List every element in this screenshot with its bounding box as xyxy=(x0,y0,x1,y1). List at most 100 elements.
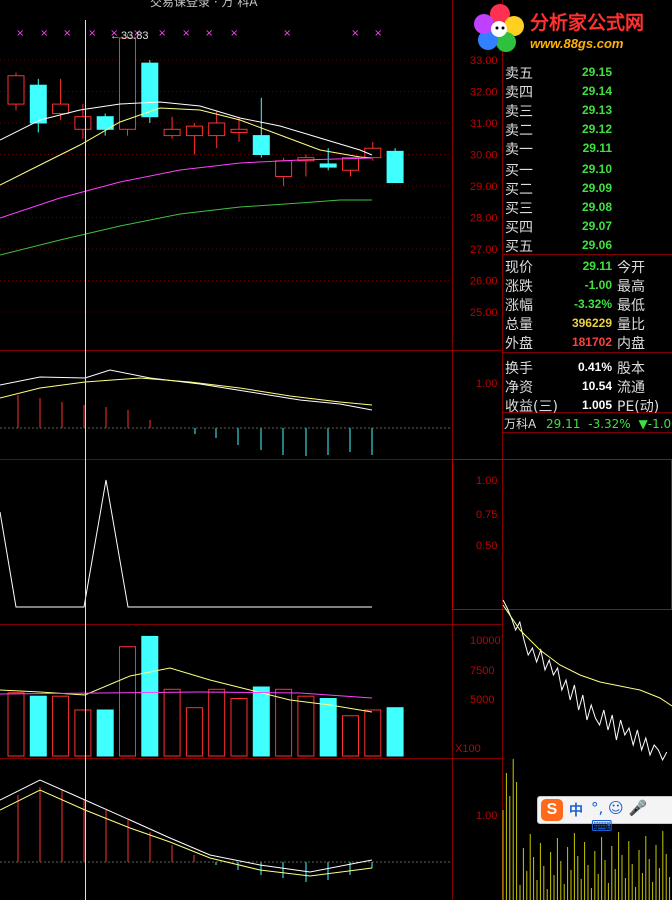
quote-label: 涨跌 xyxy=(505,279,533,295)
bid-price: 29.08 xyxy=(581,200,612,214)
volume-bar xyxy=(141,635,159,757)
ask-price: 29.15 xyxy=(581,65,612,79)
intraday-mini-chart xyxy=(502,599,672,900)
price-tick-label: 25.00 xyxy=(470,307,498,319)
ask-label: 卖三 xyxy=(505,104,533,120)
quote-label: 现价 xyxy=(505,260,533,276)
quote-label: 换手 xyxy=(505,361,533,377)
volume-unit-label: X100 xyxy=(455,743,481,755)
quote-right-label: 量比 xyxy=(617,317,645,333)
volume-bar xyxy=(52,695,70,757)
candle-body xyxy=(185,125,203,137)
candle-body xyxy=(119,37,136,130)
candle-body xyxy=(252,135,270,156)
candlesticks xyxy=(7,33,404,186)
panel5-line-white xyxy=(0,779,373,873)
moving-average-lines xyxy=(0,101,373,256)
candle-body xyxy=(29,84,47,124)
stock-change-pct: -3.32% xyxy=(588,417,631,431)
quote-label: 收益(三) xyxy=(505,399,558,415)
bid-label: 买三 xyxy=(505,201,533,217)
ask-price: 29.11 xyxy=(582,141,612,155)
quote-value: 181702 xyxy=(571,335,612,349)
ime-toolbar[interactable]: S 中 °, ☺ 🎤 ⌨ xyxy=(537,796,672,835)
signal-marker: × xyxy=(205,28,213,39)
ask-price: 29.14 xyxy=(581,84,612,98)
price-gridlines xyxy=(0,59,452,313)
ask-price: 29.13 xyxy=(581,103,612,117)
ask-label: 卖二 xyxy=(505,123,533,139)
candle-body xyxy=(230,128,248,133)
signal-marker: × xyxy=(374,28,382,39)
ma-yellow-line xyxy=(0,107,373,186)
panel5-line-yellow xyxy=(0,789,373,877)
signal-marker: × xyxy=(16,28,24,39)
volume-bar xyxy=(364,709,382,757)
signal-line xyxy=(0,479,372,608)
signal-marker: × xyxy=(283,28,291,39)
price-tick-label: 30.00 xyxy=(470,150,498,162)
bid-price: 29.09 xyxy=(581,181,612,195)
price-tick-label: 31.00 xyxy=(470,118,498,130)
signal-marker: × xyxy=(63,28,71,39)
quote-value: 1.005 xyxy=(581,398,612,412)
macd-dea-line xyxy=(0,377,373,406)
stock-price: 29.11 xyxy=(546,417,581,431)
volume-bar xyxy=(29,695,47,757)
bid-price: 29.06 xyxy=(581,238,612,252)
volume-bar xyxy=(163,688,181,757)
bid-price: 29.07 xyxy=(581,219,612,233)
volume-tick-label: 10000 xyxy=(470,635,501,647)
quote-value: 10.54 xyxy=(581,379,612,393)
quote-label: 涨幅 xyxy=(505,298,533,314)
ma-green-line xyxy=(0,199,372,256)
candle-body xyxy=(52,103,70,115)
indicator-panels xyxy=(0,369,452,882)
quote-right-label: 内盘 xyxy=(617,336,645,352)
candle-body xyxy=(319,163,337,168)
candle-body xyxy=(275,160,293,178)
candle-body xyxy=(208,122,226,137)
ime-tool-icons[interactable]: °, ☺ 🎤 ⌨ xyxy=(591,799,672,835)
price-tick-label: 27.00 xyxy=(470,244,498,256)
quote-right-label: 最高 xyxy=(617,279,645,295)
quote-right-label: PE(动) xyxy=(617,399,660,415)
macd-tick-label: 1.00 xyxy=(476,378,497,390)
stock-summary-bar[interactable]: 万科A 29.11 -3.32% ▼-1.00 xyxy=(504,415,672,432)
quote-right-label: 今开 xyxy=(617,260,645,276)
volume-tick-label: 7500 xyxy=(470,665,494,677)
price-tick-label: 29.00 xyxy=(470,181,498,193)
volume-bar xyxy=(74,709,92,757)
candle-body xyxy=(7,75,25,105)
bid-price: 29.10 xyxy=(581,162,612,176)
panel3-tick-label: 0.75 xyxy=(476,509,497,521)
price-tick-label: 28.00 xyxy=(470,213,498,225)
volume-bar xyxy=(185,707,203,757)
ma-magenta-line xyxy=(0,157,373,219)
panel3-tick-label: 0.50 xyxy=(476,540,497,552)
logo-url: www.88gs.com xyxy=(530,36,624,51)
volume-bar xyxy=(252,686,270,757)
price-tick-label: 32.00 xyxy=(470,87,498,99)
signal-marker: × xyxy=(158,28,166,39)
ask-price: 29.12 xyxy=(581,122,612,136)
quote-value: -1.00 xyxy=(584,278,612,292)
signal-marker: × xyxy=(88,28,96,39)
quote-label: 净资 xyxy=(505,380,533,396)
signal-marker: × xyxy=(351,28,359,39)
quote-value: -3.32% xyxy=(573,297,612,311)
quote-right-label: 股本 xyxy=(617,361,645,377)
price-tick-label: 33.00 xyxy=(470,55,498,67)
panel5-tick-label: 1.00 xyxy=(476,810,497,822)
volume-bar xyxy=(230,698,248,757)
quote-label: 外盘 xyxy=(505,336,533,352)
signal-marker: × xyxy=(230,28,238,39)
volume-tick-label: 5000 xyxy=(470,694,494,706)
volume-bar xyxy=(297,695,315,757)
candle-body xyxy=(163,128,181,137)
sogou-logo-icon[interactable]: S xyxy=(541,799,563,821)
panel3-tick-label: 1.00 xyxy=(476,475,497,487)
ime-language-toggle[interactable]: 中 xyxy=(569,800,583,820)
bid-label: 买一 xyxy=(505,163,533,179)
quote-value: 0.41% xyxy=(577,360,612,374)
